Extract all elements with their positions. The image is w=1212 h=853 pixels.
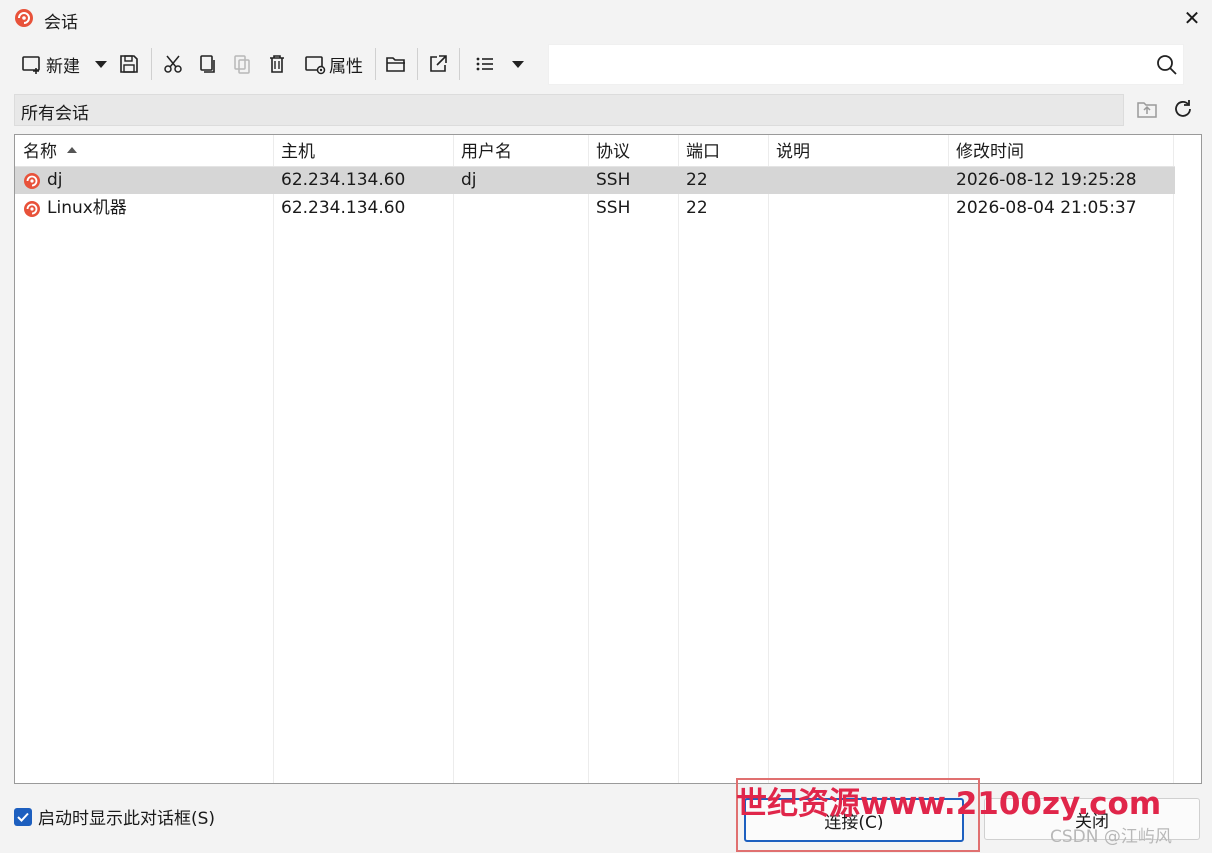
column-header-modified[interactable]: 修改时间 (956, 135, 1166, 167)
new-session-label: 新建 (46, 56, 80, 77)
cell-port: 22 (686, 198, 708, 218)
folder-up-icon[interactable] (1136, 98, 1158, 120)
cell-host: 62.234.134.60 (281, 198, 406, 218)
session-list: 名称 主机 用户名 协议 端口 说明 修改时间 dj 62.234.134.60… (14, 134, 1202, 784)
save-button[interactable] (114, 44, 144, 84)
column-divider (768, 135, 769, 783)
paste-icon (234, 55, 250, 74)
csdn-watermark: CSDN @江屿风 (1050, 827, 1172, 847)
cell-name: dj (47, 170, 63, 190)
properties-button[interactable]: 属性 (298, 44, 368, 84)
breadcrumb[interactable]: 所有会话 (14, 94, 1124, 126)
trash-icon (270, 55, 284, 73)
view-list-button[interactable] (468, 44, 502, 84)
save-icon (120, 55, 138, 73)
column-divider (678, 135, 679, 783)
window-title: 会话 (44, 13, 78, 33)
search-input[interactable] (548, 44, 1184, 85)
close-icon[interactable]: ✕ (1180, 6, 1204, 30)
session-snail-icon (24, 173, 40, 189)
app-snail-icon (15, 9, 33, 27)
column-header-description[interactable]: 说明 (776, 135, 946, 167)
cell-protocol: SSH (596, 170, 631, 190)
folder-open-icon (386, 57, 405, 72)
toolbar-separator (459, 48, 460, 80)
watermark-text: 世纪资源www.2100zy.com (736, 786, 1162, 822)
external-link-icon (430, 55, 447, 72)
copy-button[interactable] (192, 44, 222, 84)
column-header-user[interactable]: 用户名 (461, 135, 586, 167)
cell-modified: 2026-08-12 19:25:28 (956, 170, 1137, 190)
delete-button[interactable] (262, 44, 292, 84)
cell-modified: 2026-08-04 21:05:37 (956, 198, 1137, 218)
column-divider (453, 135, 454, 783)
scissors-icon (164, 55, 182, 73)
column-header-name[interactable]: 名称 (23, 135, 273, 167)
cell-name: Linux机器 (47, 198, 127, 218)
column-header-host[interactable]: 主机 (281, 135, 451, 167)
refresh-icon[interactable] (1172, 98, 1194, 120)
column-header-protocol[interactable]: 协议 (596, 135, 676, 167)
list-view-icon (476, 57, 493, 71)
copy-icon (200, 55, 215, 73)
properties-label: 属性 (329, 56, 363, 77)
cut-button[interactable] (158, 44, 188, 84)
chevron-down-icon (95, 61, 107, 68)
toolbar-separator (417, 48, 418, 80)
new-session-button[interactable]: 新建 (14, 44, 86, 84)
sort-ascending-icon (67, 147, 77, 153)
show-on-start-checkbox[interactable]: 启动时显示此对话框(S) (14, 804, 215, 829)
column-divider (273, 135, 274, 783)
cell-port: 22 (686, 170, 708, 190)
table-row[interactable]: Linux机器 62.234.134.60 SSH 22 2026-08-04 … (15, 195, 1175, 222)
toolbar-separator (375, 48, 376, 80)
properties-gear-icon (305, 56, 326, 75)
export-button[interactable] (422, 44, 454, 84)
table-row[interactable]: dj 62.234.134.60 dj SSH 22 2026-08-12 19… (15, 167, 1175, 194)
session-snail-icon (24, 201, 40, 217)
open-folder-button[interactable] (380, 44, 412, 84)
column-header-name-label: 名称 (23, 142, 57, 162)
breadcrumb-label: 所有会话 (21, 104, 89, 124)
cell-user: dj (461, 170, 477, 190)
column-divider (588, 135, 589, 783)
column-header-port[interactable]: 端口 (686, 135, 766, 167)
cell-protocol: SSH (596, 198, 631, 218)
toolbar-separator (151, 48, 152, 80)
search-icon[interactable] (1155, 53, 1179, 77)
checkbox-checked-icon[interactable] (14, 807, 32, 826)
show-on-start-label: 启动时显示此对话框(S) (38, 809, 216, 829)
column-divider (1173, 135, 1174, 783)
paste-button[interactable] (227, 44, 257, 84)
cell-host: 62.234.134.60 (281, 170, 406, 190)
chevron-down-icon (512, 61, 524, 68)
view-dropdown-button[interactable] (506, 44, 530, 84)
title-bar: 会话 ✕ (0, 0, 1212, 36)
column-divider (948, 135, 949, 783)
new-dropdown-button[interactable] (90, 44, 112, 84)
new-session-icon (22, 56, 40, 74)
